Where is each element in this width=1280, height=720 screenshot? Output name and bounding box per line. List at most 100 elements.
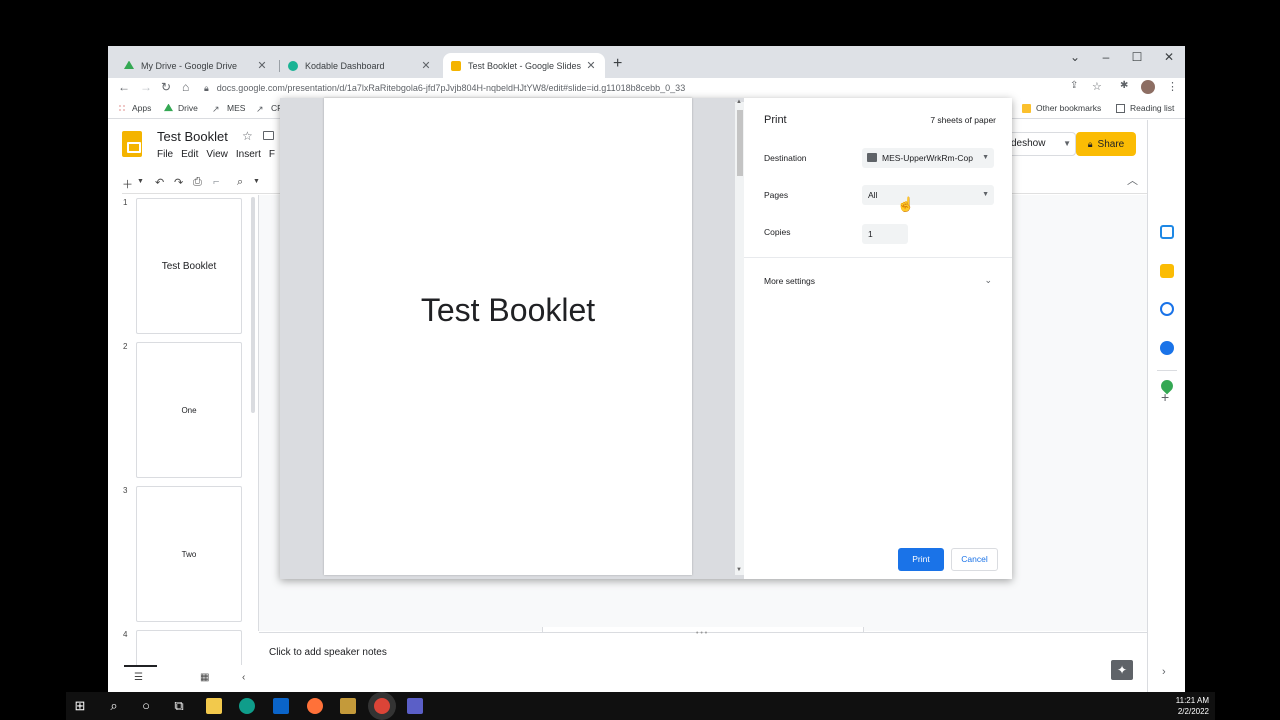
speaker-notes[interactable]: • • • Click to add speaker notes: [259, 630, 1147, 692]
share-page-icon[interactable]: ⇪: [1070, 80, 1078, 91]
print-settings: Print 7 sheets of paper Destination MES-…: [744, 98, 1012, 579]
share-button[interactable]: 🔒︎ Share: [1076, 132, 1136, 156]
divider: [1157, 370, 1177, 371]
pages-select[interactable]: All ▼: [862, 185, 994, 205]
tab-test-booklet[interactable]: Test Booklet - Google Slides ✕: [443, 53, 605, 78]
move-folder-icon[interactable]: [263, 131, 274, 140]
close-icon[interactable]: ✕: [420, 59, 432, 72]
search-icon[interactable]: ⌕: [106, 698, 122, 714]
clock-time: 11:21 AM: [1175, 696, 1209, 705]
outlook-icon[interactable]: [273, 698, 289, 714]
firefox-icon[interactable]: [307, 698, 323, 714]
scroll-thumb[interactable]: [737, 110, 743, 176]
list-view-icon[interactable]: ☰: [134, 672, 143, 683]
printer-icon: [867, 153, 877, 162]
system-clock[interactable]: 11:21 AM 2/2/2022: [1176, 695, 1209, 717]
edge-icon[interactable]: [239, 698, 255, 714]
tab-title: Test Booklet - Google Slides: [468, 60, 582, 71]
thumbnail-text: Test Booklet: [161, 260, 217, 272]
file-explorer-icon[interactable]: [206, 698, 222, 714]
reload-icon[interactable]: ↻: [161, 80, 171, 94]
slides-logo-icon[interactable]: [122, 131, 142, 157]
extensions-icon[interactable]: ✱: [1120, 80, 1128, 91]
menu-format[interactable]: F: [269, 149, 275, 160]
undo-icon[interactable]: ↶: [155, 176, 164, 189]
star-icon[interactable]: ☆: [242, 129, 253, 143]
new-slide-icon[interactable]: ＋: [122, 176, 133, 192]
package-icon[interactable]: [340, 698, 356, 714]
resize-handle[interactable]: • • •: [696, 630, 707, 637]
bookmark-apps[interactable]: Apps: [118, 103, 151, 113]
menu-kebab-icon[interactable]: ⋮: [1167, 80, 1178, 93]
tasks-icon[interactable]: [1160, 302, 1174, 316]
back-icon[interactable]: ←: [118, 80, 130, 94]
add-addon-icon[interactable]: +: [1161, 389, 1169, 405]
taskbar: ⊞ ⌕ ○ ⧉ 11:21 AM 2/2/2022: [66, 692, 1215, 720]
task-view-icon[interactable]: ⧉: [171, 698, 187, 714]
close-icon[interactable]: ✕: [585, 59, 597, 72]
minimize-icon[interactable]: –: [1096, 50, 1116, 64]
menu-edit[interactable]: Edit: [181, 149, 198, 160]
cancel-button[interactable]: Cancel: [951, 548, 998, 571]
print-icon[interactable]: ⎙: [193, 176, 202, 189]
maximize-icon[interactable]: ☐: [1127, 50, 1147, 64]
bookmark-label: MES: [227, 103, 246, 113]
home-icon[interactable]: ⌂: [182, 80, 189, 94]
window-close-icon[interactable]: ✕: [1159, 50, 1179, 64]
chevron-down-icon[interactable]: ⌄: [984, 275, 992, 286]
tab-search-icon[interactable]: ⌄: [1065, 50, 1085, 64]
slide-thumbnail[interactable]: One: [136, 342, 242, 478]
expand-panel-icon[interactable]: ›: [1162, 666, 1166, 678]
slide-thumbnail[interactable]: Test Booklet: [136, 198, 242, 334]
forward-icon[interactable]: →: [140, 80, 152, 94]
bookmark-mes[interactable]: ↗ MES: [212, 103, 246, 114]
explore-icon[interactable]: ✦: [1111, 660, 1133, 680]
chrome-icon[interactable]: [374, 698, 390, 714]
lock-icon: 🔒︎: [1087, 138, 1093, 149]
address-bar[interactable]: 🔒︎ docs.google.com/presentation/d/1a7lxR…: [204, 79, 1094, 97]
chevron-down-icon[interactable]: ▼: [253, 178, 260, 185]
collapse-toolbar-icon[interactable]: ︿: [1127, 172, 1138, 188]
bookmark-star-icon[interactable]: ☆: [1092, 80, 1102, 93]
print-title: Print: [764, 114, 787, 126]
bookmark-drive[interactable]: Drive: [164, 103, 198, 113]
keep-icon[interactable]: [1160, 264, 1174, 278]
windows-start-icon[interactable]: ⊞: [72, 698, 88, 714]
grid-view-icon[interactable]: ▦: [200, 672, 209, 683]
destination-label: Destination: [764, 153, 807, 163]
teams-icon[interactable]: [407, 698, 423, 714]
preview-scrollbar[interactable]: ▲ ▼: [735, 99, 744, 575]
bookmark-other[interactable]: Other bookmarks: [1022, 103, 1101, 113]
scroll-up-icon[interactable]: ▲: [736, 99, 742, 105]
tab-my-drive[interactable]: My Drive - Google Drive ✕: [116, 53, 276, 78]
chevron-down-icon[interactable]: ▼: [1063, 139, 1071, 148]
copies-input[interactable]: 1: [862, 224, 908, 244]
new-tab-button[interactable]: +: [613, 55, 622, 73]
slide-thumbnail[interactable]: [136, 630, 242, 670]
cortana-icon[interactable]: ○: [138, 698, 154, 714]
slide-number: 3: [123, 486, 128, 495]
calendar-icon[interactable]: [1160, 225, 1174, 239]
slideshow-button[interactable]: deshow ▼: [1004, 132, 1076, 156]
slide-thumbnail[interactable]: Two: [136, 486, 242, 622]
menu-view[interactable]: View: [206, 149, 228, 160]
redo-icon[interactable]: ↷: [174, 176, 183, 189]
filmstrip-scrollbar[interactable]: [251, 197, 255, 413]
tab-kodable[interactable]: Kodable Dashboard ✕: [280, 53, 440, 78]
zoom-icon[interactable]: ⌕: [237, 176, 243, 189]
destination-select[interactable]: MES-UpperWrkRm-Cop ▼: [862, 148, 994, 168]
close-icon[interactable]: ✕: [256, 59, 268, 72]
more-settings[interactable]: More settings: [764, 276, 815, 286]
contacts-icon[interactable]: [1160, 341, 1174, 355]
scroll-down-icon[interactable]: ▼: [736, 567, 742, 573]
reading-list[interactable]: Reading list: [1116, 103, 1174, 113]
chevron-down-icon[interactable]: ▼: [137, 178, 144, 185]
document-title[interactable]: Test Booklet: [157, 129, 228, 144]
tab-title: Kodable Dashboard: [305, 60, 385, 71]
menu-file[interactable]: File: [157, 149, 173, 160]
menu-insert[interactable]: Insert: [236, 149, 261, 160]
paint-format-icon[interactable]: ⌐: [213, 176, 219, 188]
print-button[interactable]: Print: [898, 548, 944, 571]
collapse-panel-icon[interactable]: ‹: [242, 672, 245, 683]
profile-avatar[interactable]: [1141, 80, 1155, 94]
